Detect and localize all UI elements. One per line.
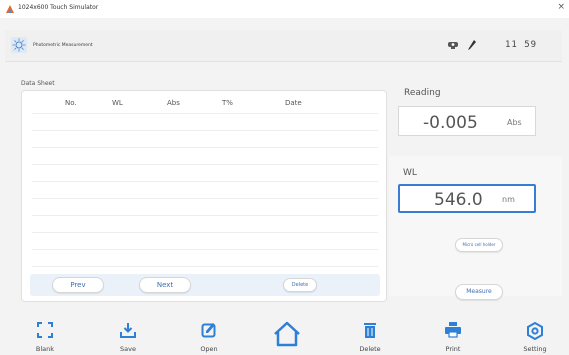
table-row[interactable] [32, 232, 378, 233]
micro-cell-holder-button[interactable]: Micro cell holder [455, 238, 503, 252]
printer-icon [445, 322, 461, 338]
pen-icon[interactable] [467, 39, 477, 51]
app-header: Photometric Measurement 11 59 [5, 30, 562, 62]
delete-row-button[interactable]: Delete [283, 278, 317, 292]
table-row[interactable] [32, 164, 378, 165]
home-icon [274, 321, 300, 347]
column-header-wl: WL [112, 99, 123, 107]
table-row[interactable] [32, 130, 378, 131]
table-row[interactable] [32, 249, 378, 250]
close-button[interactable]: × [557, 2, 565, 12]
delete-label: Delete [359, 345, 381, 353]
logo-icon [11, 37, 27, 53]
bottom-toolbar: Blank Save Open Delete Print Setting [0, 318, 569, 355]
reading-display: -0.005 Abs [398, 106, 536, 136]
print-button[interactable]: Print [423, 318, 483, 355]
data-sheet-label: Data Sheet [21, 80, 55, 87]
next-button[interactable]: Next [139, 277, 191, 293]
table-row[interactable] [32, 113, 378, 114]
table-row[interactable] [32, 198, 378, 199]
blank-icon [37, 322, 53, 338]
wavelength-unit: nm [502, 195, 515, 204]
wavelength-input[interactable]: 546.0 nm [398, 184, 536, 213]
column-header-abs: Abs [167, 99, 180, 107]
pagination-bar: Prev Next Delete [30, 274, 380, 296]
window-title: 1024x600 Touch Simulator [18, 4, 99, 11]
save-label: Save [120, 345, 136, 353]
table-header: No. WL Abs T% Date [22, 91, 386, 113]
open-icon [201, 323, 216, 338]
reading-label: Reading [404, 88, 441, 98]
table-row[interactable] [32, 147, 378, 148]
reading-value: -0.005 [423, 113, 478, 133]
data-sheet-table[interactable]: No. WL Abs T% Date Prev Next Delete [21, 90, 387, 302]
open-label: Open [200, 345, 218, 353]
app-window: 1024x600 Touch Simulator × Photometric M… [0, 0, 569, 355]
save-button[interactable]: Save [98, 318, 158, 355]
prev-button[interactable]: Prev [52, 277, 104, 293]
column-header-no: No. [65, 99, 77, 107]
blank-button[interactable]: Blank [15, 318, 75, 355]
clock: 11 59 [505, 40, 538, 50]
column-header-date: Date [285, 99, 302, 107]
app-icon [6, 5, 14, 13]
blank-label: Blank [35, 345, 55, 353]
wavelength-value: 546.0 [434, 190, 483, 210]
table-row[interactable] [32, 266, 378, 267]
delete-button[interactable]: Delete [340, 318, 400, 355]
table-row[interactable] [32, 215, 378, 216]
lamp-icon[interactable] [447, 40, 459, 50]
column-header-tpercent: T% [222, 99, 233, 107]
wavelength-label: WL [403, 168, 417, 178]
app-title: Photometric Measurement [33, 43, 93, 48]
reading-unit: Abs [507, 118, 522, 127]
trash-icon [364, 323, 376, 338]
setting-button[interactable]: Setting [505, 318, 565, 355]
settings-icon [527, 322, 543, 340]
table-row[interactable] [32, 181, 378, 182]
measure-button[interactable]: Measure [455, 284, 503, 300]
setting-label: Setting [523, 345, 547, 353]
title-bar: 1024x600 Touch Simulator × [0, 0, 569, 18]
print-label: Print [445, 345, 461, 353]
home-button[interactable] [257, 318, 317, 355]
save-icon [120, 323, 136, 338]
open-button[interactable]: Open [179, 318, 239, 355]
